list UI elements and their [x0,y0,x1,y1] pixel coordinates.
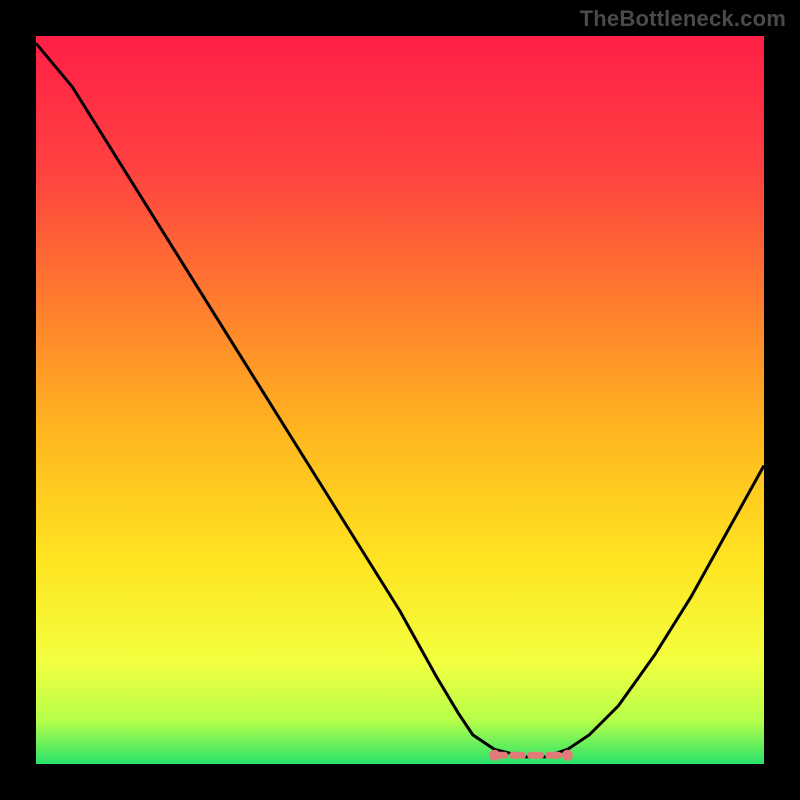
flat-region-end-dot [562,750,573,761]
flat-region-start-dot [489,750,500,761]
bottleneck-chart [36,36,764,764]
chart-stage: TheBottleneck.com [0,0,800,800]
watermark-text: TheBottleneck.com [580,6,786,32]
